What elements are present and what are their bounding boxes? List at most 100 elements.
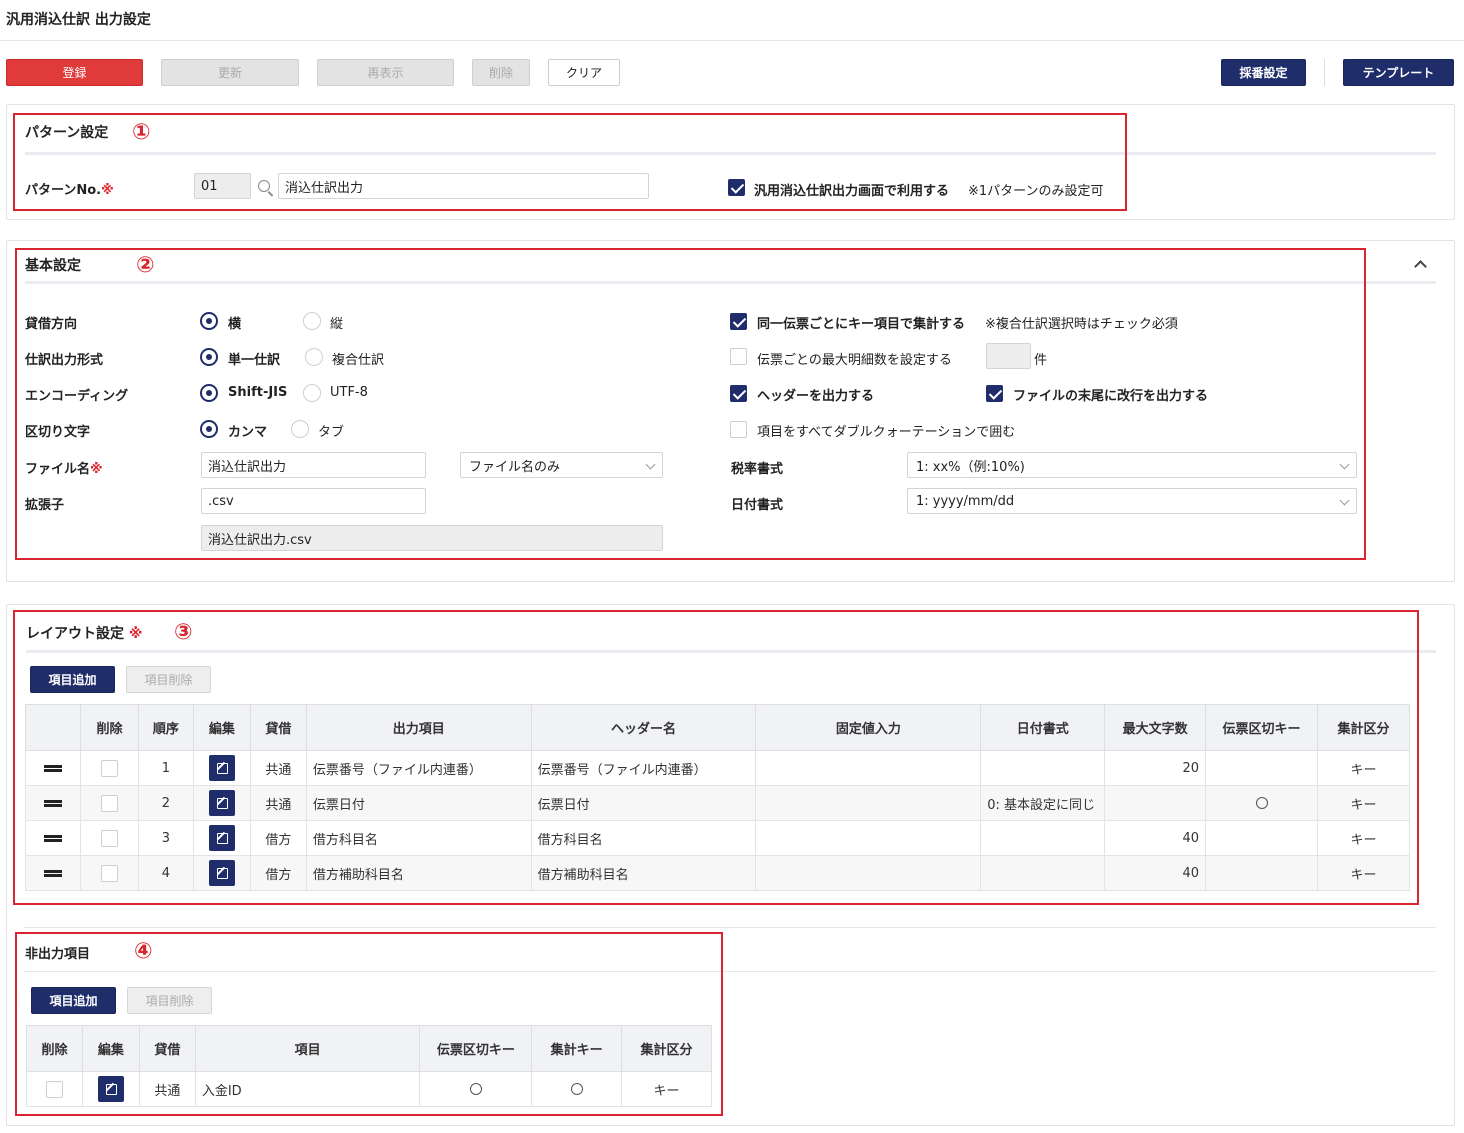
tab-label: タブ <box>318 425 345 440</box>
drag-handle-icon[interactable] <box>43 799 62 807</box>
row-dc: 共通 <box>249 785 307 821</box>
max-detail-checkbox[interactable] <box>730 348 747 365</box>
row-aggregate: キー <box>1316 785 1411 821</box>
newline-end-checkbox[interactable] <box>986 385 1003 402</box>
drag-handle-icon[interactable] <box>43 764 62 772</box>
row-delete-checkbox[interactable] <box>100 829 118 847</box>
col-output-item: 出力項目 <box>305 704 532 751</box>
layout-add-item-button[interactable]: 項目追加 <box>30 666 115 693</box>
extension-label: 拡張子 <box>25 498 65 513</box>
edit-icon[interactable] <box>208 755 235 781</box>
update-button[interactable]: 更新 <box>161 59 299 86</box>
date-format-label: 日付書式 <box>731 498 784 513</box>
table-row: 1 共通 伝票番号（ファイル内連番） 伝票番号（ファイル内連番） 20 キー <box>25 750 1411 786</box>
tax-format-label: 税率書式 <box>731 462 784 477</box>
compound-journal-radio[interactable] <box>305 348 323 366</box>
drag-handle-icon[interactable] <box>43 834 62 842</box>
edit-icon[interactable] <box>208 825 235 851</box>
col-dc: 貸借 <box>249 704 307 751</box>
drag-handle-icon[interactable] <box>43 869 62 877</box>
journal-format-label: 仕訳出力形式 <box>25 353 104 368</box>
tab-radio[interactable] <box>291 420 309 438</box>
edit-icon[interactable] <box>208 790 235 816</box>
pattern-number-input[interactable]: 01 <box>194 173 251 199</box>
row-delete-checkbox[interactable] <box>100 794 118 812</box>
row-delete-checkbox[interactable] <box>100 864 118 882</box>
row-fixed-value[interactable] <box>755 785 982 821</box>
utf8-radio[interactable] <box>303 384 321 402</box>
aggregate-key-checkbox[interactable] <box>730 313 747 330</box>
delete-button[interactable]: 削除 <box>472 59 530 86</box>
delimiter-label: 区切り文字 <box>25 425 91 440</box>
filename-preview: 消込仕訳出力.csv <box>201 525 663 551</box>
col-header-name: ヘッダー名 <box>530 704 757 751</box>
row-date-format <box>980 820 1106 856</box>
row-max-length: 40 <box>1104 820 1207 856</box>
row-output-item: 借方補助科目名 <box>305 855 532 891</box>
row-delete-checkbox[interactable] <box>45 1080 63 1098</box>
extension-input[interactable]: .csv <box>201 488 426 514</box>
template-button[interactable]: テンプレート <box>1343 59 1454 86</box>
horizontal-radio[interactable] <box>200 312 218 330</box>
col-delete: 削除 <box>79 704 139 751</box>
title-divider <box>0 40 1464 41</box>
row-split-key <box>1205 820 1318 856</box>
row-fixed-value[interactable] <box>755 855 982 891</box>
row-fixed-value[interactable] <box>755 750 982 786</box>
comma-radio[interactable] <box>200 420 218 438</box>
vertical-radio[interactable] <box>303 312 321 330</box>
double-quote-label: 項目をすべてダブルクォーテーションで囲む <box>757 425 1016 440</box>
row-order: 1 <box>137 750 194 786</box>
double-quote-checkbox[interactable] <box>730 421 747 438</box>
row-split-key <box>1205 750 1318 786</box>
tax-format-select[interactable]: 1: xx%（例:10%) <box>907 452 1357 478</box>
non-output-delete-item-button[interactable]: 項目削除 <box>127 987 212 1014</box>
toolbar-divider <box>1324 59 1325 86</box>
use-in-screen-checkbox[interactable] <box>728 179 745 196</box>
row-output-item: 伝票日付 <box>305 785 532 821</box>
horizontal-label: 横 <box>228 317 242 332</box>
chevron-down-icon <box>645 459 656 470</box>
vertical-label: 縦 <box>330 317 344 332</box>
register-button[interactable]: 登録 <box>6 59 143 86</box>
filename-label: ファイル名※ <box>25 462 103 477</box>
row-aggregate: キー <box>1316 855 1411 891</box>
aggregate-key-note: ※複合仕訳選択時はチェック必須 <box>985 317 1178 332</box>
col-split-key: 伝票区切キー <box>1205 704 1318 751</box>
row-order: 3 <box>137 820 194 856</box>
pattern-name-input[interactable]: 消込仕訳出力 <box>278 173 649 199</box>
date-format-select[interactable]: 1: yyyy/mm/dd <box>907 488 1357 514</box>
basic-section-title: 基本設定 <box>25 258 81 274</box>
max-detail-label: 伝票ごとの最大明細数を設定する <box>757 353 952 368</box>
shift-jis-radio[interactable] <box>200 384 218 402</box>
use-in-screen-label: 汎用消込仕訳出力画面で利用する <box>754 184 950 199</box>
redisplay-button[interactable]: 再表示 <box>317 59 454 86</box>
numbering-settings-button[interactable]: 採番設定 <box>1221 59 1306 86</box>
col-dc: 貸借 <box>138 1025 196 1072</box>
utf8-label: UTF-8 <box>330 385 368 400</box>
table-row: 2 共通 伝票日付 伝票日付 0: 基本設定に同じ キー <box>25 785 1411 821</box>
col-item: 項目 <box>194 1025 421 1072</box>
output-header-checkbox[interactable] <box>730 385 747 402</box>
row-delete-checkbox[interactable] <box>100 759 118 777</box>
non-output-table: 削除 編集 貸借 項目 伝票区切キー 集計キー 集計区分 共通 入金ID キー <box>26 1025 712 1107</box>
single-journal-label: 単一仕訳 <box>228 353 281 368</box>
pattern-no-label: パターンNo.※ <box>25 183 114 198</box>
edit-icon[interactable] <box>97 1076 124 1102</box>
row-fixed-value[interactable] <box>755 820 982 856</box>
row-max-length: 40 <box>1104 855 1207 891</box>
col-delete: 削除 <box>26 1025 83 1072</box>
max-detail-input[interactable] <box>986 343 1031 369</box>
row-header-name: 伝票番号（ファイル内連番） <box>530 750 757 786</box>
single-journal-radio[interactable] <box>200 348 218 366</box>
filename-mode-select[interactable]: ファイル名のみ <box>460 452 663 478</box>
layout-table-header: 削除 順序 編集 貸借 出力項目 ヘッダー名 固定値入力 日付書式 最大文字数 … <box>25 704 1411 751</box>
layout-delete-item-button[interactable]: 項目削除 <box>126 666 211 693</box>
filename-input[interactable]: 消込仕訳出力 <box>201 452 426 478</box>
filename-mode-value: ファイル名のみ <box>469 459 561 475</box>
chevron-down-icon <box>1339 495 1350 506</box>
edit-icon[interactable] <box>208 860 235 886</box>
search-icon[interactable] <box>258 180 270 192</box>
clear-button[interactable]: クリア <box>548 59 620 86</box>
non-output-add-item-button[interactable]: 項目追加 <box>31 987 116 1014</box>
